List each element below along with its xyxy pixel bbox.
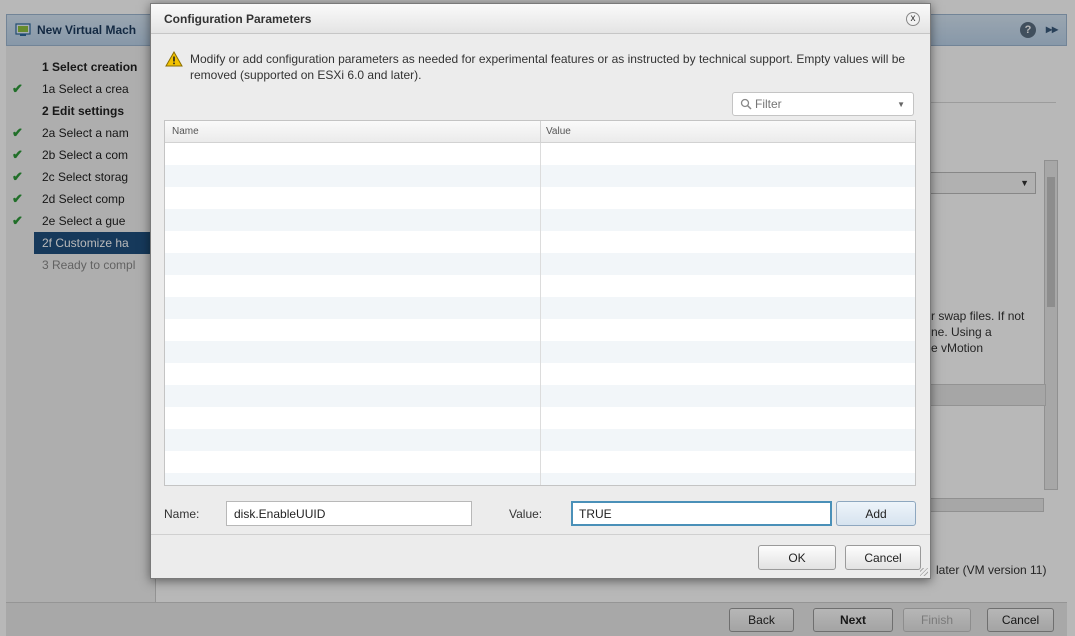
search-icon (740, 98, 752, 110)
add-button[interactable]: Add (836, 501, 916, 526)
filter-input[interactable] (755, 96, 885, 112)
filter-box[interactable]: ▼ (732, 92, 914, 116)
dialog-footer-divider (151, 534, 930, 535)
resize-grip-icon[interactable] (920, 568, 928, 576)
close-icon[interactable]: x (906, 12, 920, 26)
column-header-value[interactable]: Value (546, 126, 571, 137)
dialog-title: Configuration Parameters (164, 12, 312, 26)
warning-icon (165, 51, 183, 67)
column-header-name[interactable]: Name (172, 126, 199, 137)
parameters-table: Name Value (164, 120, 916, 486)
name-input[interactable] (226, 501, 472, 526)
dialog-header: Configuration Parameters x (151, 4, 930, 34)
value-label: Value: (509, 507, 543, 521)
column-divider (540, 143, 541, 485)
dialog-cancel-button[interactable]: Cancel (845, 545, 921, 570)
ok-button[interactable]: OK (758, 545, 836, 570)
table-header: Name Value (165, 121, 915, 143)
configuration-parameters-dialog: Configuration Parameters x Modify or add… (150, 3, 931, 579)
chevron-down-icon[interactable]: ▼ (897, 100, 905, 109)
warning-message: Modify or add configuration parameters a… (190, 52, 906, 82)
value-input[interactable] (571, 501, 832, 526)
name-label: Name: (164, 507, 200, 521)
column-separator[interactable] (540, 121, 541, 143)
